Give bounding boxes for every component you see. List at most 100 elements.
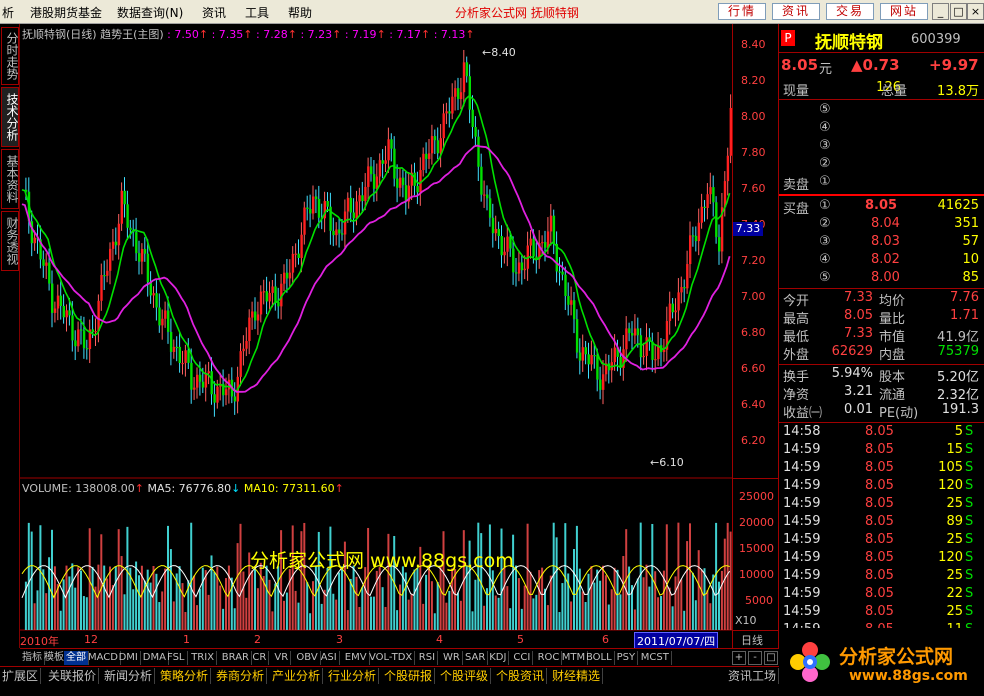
bottom-tab[interactable]: 个股研报	[382, 668, 436, 684]
date-label: 5	[517, 633, 524, 646]
candle-body	[384, 160, 387, 164]
candle-body	[172, 346, 176, 352]
indicator-tab[interactable]: WR	[441, 651, 463, 665]
indicator-tab[interactable]: MCST	[639, 651, 672, 665]
candle-body	[169, 331, 173, 352]
indicator-tab[interactable]: EMV	[343, 651, 370, 665]
volume-tick: 10000	[739, 568, 774, 581]
menu-item-data-query[interactable]: 数据查询(N)	[117, 4, 183, 21]
candle-body	[726, 155, 730, 182]
candle-body	[184, 350, 187, 363]
news-button[interactable]: 资讯	[772, 3, 820, 20]
candle-body	[259, 291, 263, 315]
tab-fundamentals[interactable]: 基本资料	[1, 149, 19, 209]
price-tick: 6.20	[741, 434, 766, 447]
tab-intraday[interactable]: 分时走势	[1, 27, 19, 85]
bottom-tab[interactable]: 个股评级	[438, 668, 492, 684]
volume-tick: 15000	[739, 542, 774, 555]
volume-bar	[596, 569, 599, 630]
zoom-out-button[interactable]: -	[748, 651, 762, 665]
volume-bar	[126, 526, 129, 630]
volume-value: VOLUME: 138008.00	[22, 482, 135, 495]
candle-body	[210, 371, 213, 395]
bottom-tab[interactable]: 产业分析	[270, 668, 324, 684]
volume-bar	[346, 610, 349, 630]
volume-bar	[233, 608, 236, 630]
candle-body	[254, 311, 257, 321]
maximize-icon[interactable]: □	[950, 3, 967, 20]
candle-body	[671, 303, 674, 313]
candle-body	[265, 291, 268, 302]
menu-item-tools[interactable]: 工具	[245, 4, 269, 21]
bottom-tab[interactable]: 新闻分析	[102, 668, 156, 684]
date-label: 4	[436, 633, 443, 646]
tab-technical[interactable]: 技术分析	[1, 87, 19, 147]
volume-bar	[71, 563, 74, 630]
volume-bar	[723, 538, 726, 630]
bottom-tab[interactable]: 个股资讯	[494, 668, 548, 684]
menu-item-help[interactable]: 帮助	[288, 4, 312, 21]
volume-bar	[178, 566, 181, 630]
indicator-tab[interactable]: TRIX	[189, 651, 218, 665]
bottom-tab[interactable]: 行业分析	[326, 668, 380, 684]
indicator-tab[interactable]: OBV	[294, 651, 321, 665]
indicator-tab[interactable]: DMI	[117, 651, 141, 665]
indicator-tab[interactable]: BOLL	[584, 651, 615, 665]
volume-bar	[77, 567, 80, 630]
volume-bar	[236, 543, 239, 630]
indicator-tab[interactable]: VR	[272, 651, 292, 665]
tick-row: 14:59 8.05 89 S	[783, 514, 974, 529]
menu-item-news[interactable]: 资讯	[202, 4, 226, 21]
bottom-tab[interactable]: 策略分析	[158, 668, 212, 684]
trade-button[interactable]: 交易	[826, 3, 874, 20]
indicator-tab[interactable]: PSY	[615, 651, 639, 665]
volume-bar	[428, 565, 430, 630]
bottom-tab[interactable]: 券商分析	[214, 668, 268, 684]
indicator-tab[interactable]: CCI	[511, 651, 534, 665]
volume-bar	[602, 565, 604, 630]
candle-body	[71, 315, 74, 341]
volume-bar	[167, 525, 169, 630]
zoom-in-button[interactable]: +	[732, 651, 746, 665]
indicator-tab[interactable]: RSI	[417, 651, 439, 665]
indicator-tab[interactable]: CR	[250, 651, 270, 665]
bottom-tab[interactable]: 关联报价	[46, 668, 100, 684]
indicator-tab[interactable]: KDJ	[487, 651, 510, 665]
price-tick: 7.20	[741, 254, 766, 267]
volume-bar	[155, 573, 158, 630]
candle-body	[42, 259, 45, 266]
chart-area[interactable]: 抚顺特钢(日线) 趋势王(主图) : 7.50↑ : 7.35↑ : 7.28↑…	[20, 24, 732, 650]
period-label[interactable]: 日线	[741, 632, 763, 648]
tab-financials[interactable]: 财务透视	[1, 211, 19, 271]
bottom-tab[interactable]: 资讯工场	[726, 668, 780, 684]
menu-item-partial[interactable]: 析	[2, 4, 14, 21]
menu-item-hk-futures[interactable]: 港股期货基金	[30, 4, 102, 21]
close-icon[interactable]: ×	[967, 3, 984, 20]
volume-bar	[45, 593, 48, 630]
indicator-tab[interactable]: ASI	[319, 651, 340, 665]
candle-body	[352, 212, 355, 219]
minimize-icon[interactable]: _	[932, 3, 949, 20]
candle-body	[697, 222, 701, 242]
indicator-tab[interactable]: BRAR	[220, 651, 252, 665]
volume-bar	[190, 522, 193, 630]
volume-bar	[558, 612, 561, 630]
candle-body	[138, 253, 141, 262]
indicator-tab[interactable]: FSL	[165, 651, 188, 665]
ma5-value: MA5: 76776.80	[147, 482, 232, 495]
bottom-tab[interactable]: 扩展区	[0, 668, 42, 684]
indicator-tab[interactable]: VOL-TDX	[367, 651, 416, 665]
candle-body	[48, 262, 51, 284]
indicator-bar: 指标 模板 全部 MACD DMI DMA FSL TRIX BRAR CR VR OBV ASI EMV…	[20, 648, 779, 666]
quote-button[interactable]: 行情	[718, 3, 766, 20]
layout-button[interactable]: □	[764, 651, 778, 665]
candle-body	[56, 295, 60, 309]
indicator-tab[interactable]: SAR	[463, 651, 489, 665]
buy-label: 买盘	[783, 202, 810, 217]
bottom-tab[interactable]: 财经精选	[550, 668, 604, 684]
candle-body	[114, 241, 118, 246]
candle-body	[596, 355, 599, 380]
indicator-tab[interactable]: ROC	[536, 651, 563, 665]
website-button[interactable]: 网站	[880, 3, 928, 20]
candle-body	[164, 310, 167, 319]
